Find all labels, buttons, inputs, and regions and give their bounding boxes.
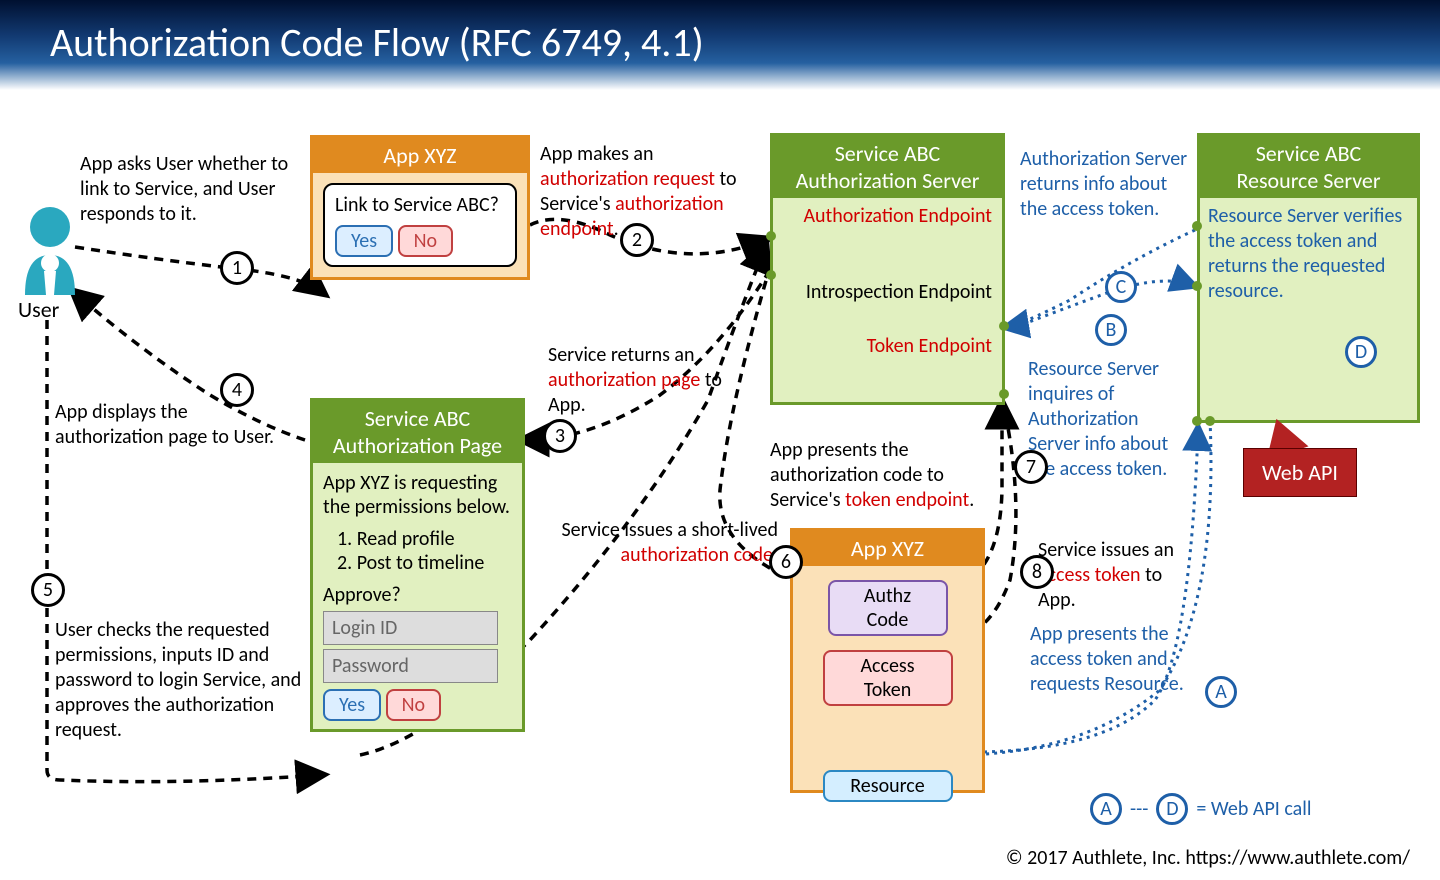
permission-1: 1. Read profile <box>337 527 512 551</box>
note-step-6: Service issues a short-lived authorizati… <box>558 518 778 568</box>
note-step-a: App presents the access token and reques… <box>1030 622 1205 697</box>
note-step-5: User checks the requested permissions, i… <box>55 618 310 743</box>
authpage-title: Service ABCAuthorization Page <box>313 401 522 463</box>
authorization-page-box: Service ABCAuthorization Page App XYZ is… <box>310 398 525 732</box>
authserver-title: Service ABCAuthorization Server <box>773 136 1002 198</box>
note-step-1: App asks User whether to link to Service… <box>80 152 310 227</box>
step-c-icon: C <box>1105 271 1137 303</box>
resource-server-box: Service ABCResource Server Resource Serv… <box>1197 133 1420 423</box>
approve-no-button[interactable]: No <box>386 689 441 721</box>
permission-2: 2. Post to timeline <box>337 551 512 575</box>
note-step-2: App makes an authorization request to Se… <box>540 142 765 242</box>
dot <box>1205 416 1215 426</box>
approve-yes-button[interactable]: Yes <box>323 689 381 721</box>
step-1-icon: 1 <box>220 251 254 285</box>
dot <box>766 270 776 280</box>
step-d-icon: D <box>1345 336 1377 368</box>
note-step-3: Service returns an authorization page to… <box>548 343 728 418</box>
resserver-title: Service ABCResource Server <box>1200 136 1417 198</box>
introspection-endpoint: Introspection Endpoint <box>773 274 1002 310</box>
dot <box>766 231 776 241</box>
legend-a-icon: A <box>1090 793 1122 825</box>
step-4-icon: 4 <box>220 373 254 407</box>
note-step-b: Resource Server inquires of Authorizatio… <box>1028 357 1193 482</box>
login-id-input[interactable]: Login ID <box>323 611 498 645</box>
dot <box>1192 281 1202 291</box>
step-7-icon: 7 <box>1014 450 1048 484</box>
footer-copyright: © 2017 Authlete, Inc. https://www.authle… <box>1006 846 1410 870</box>
authorization-endpoint: Authorization Endpoint <box>773 198 1002 234</box>
resource-badge: Resource <box>823 770 953 802</box>
step-3-icon: 3 <box>543 419 577 453</box>
step-a-icon: A <box>1205 676 1237 708</box>
app-result-box: App XYZ Authz Code Access Token Resource <box>790 528 985 793</box>
step-2-icon: 2 <box>620 223 654 257</box>
approve-question: Approve? <box>323 583 512 607</box>
webapi-label: Web API <box>1243 448 1357 497</box>
note-step-7: App presents the authorization code to S… <box>770 438 1000 513</box>
step-8-icon: 8 <box>1020 555 1054 589</box>
app-box2-title: App XYZ <box>793 531 982 566</box>
app-dialog-box: App XYZ Link to Service ABC? Yes No <box>310 135 530 280</box>
user-label: User <box>18 296 59 323</box>
dot <box>999 321 1009 331</box>
app-dialog-question: Link to Service ABC? <box>335 193 505 217</box>
note-step-8: Service issues an access token to App. <box>1038 538 1198 613</box>
token-endpoint: Token Endpoint <box>773 328 1002 364</box>
user-icon <box>20 205 80 295</box>
page-title: Authorization Code Flow (RFC 6749, 4.1) <box>0 0 1440 90</box>
legend-d-icon: D <box>1156 793 1188 825</box>
step-5-icon: 5 <box>31 573 65 607</box>
yes-button[interactable]: Yes <box>335 225 393 257</box>
note-resource-server: Resource Server verifies the access toke… <box>1200 198 1417 310</box>
note-step-c: Authorization Server returns info about … <box>1020 147 1190 222</box>
step-6-icon: 6 <box>769 545 803 579</box>
dot <box>1192 221 1202 231</box>
access-token-badge: Access Token <box>823 650 953 706</box>
step-b-icon: B <box>1095 314 1127 346</box>
legend: A --- D = Web API call <box>1090 793 1311 825</box>
authorization-server-box: Service ABCAuthorization Server Authoriz… <box>770 133 1005 405</box>
no-button[interactable]: No <box>398 225 453 257</box>
password-input[interactable]: Password <box>323 649 498 683</box>
authz-code-badge: Authz Code <box>828 580 948 636</box>
dot <box>1192 416 1202 426</box>
dot <box>999 389 1009 399</box>
authpage-message: App XYZ is requesting the permissions be… <box>323 471 512 519</box>
app-box1-title: App XYZ <box>313 138 527 173</box>
note-step-4: App displays the authorization page to U… <box>55 400 290 450</box>
